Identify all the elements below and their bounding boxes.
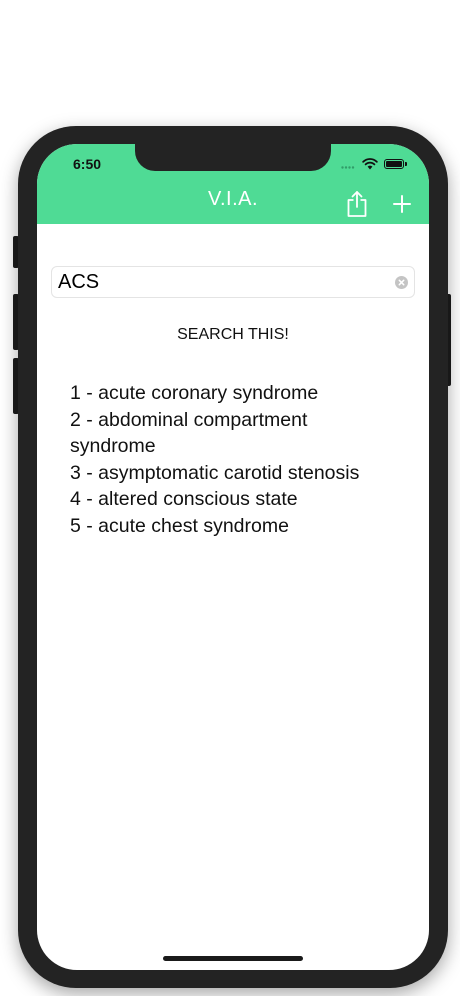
- list-item: 1 - acute coronary syndrome: [70, 382, 319, 404]
- search-this-button[interactable]: SEARCH THIS!: [37, 326, 429, 344]
- page: 6:50 V.I.A. ACS SEARCH THIS! 1 - acute c…: [0, 0, 460, 996]
- plus-icon[interactable]: [389, 188, 415, 218]
- battery-icon: [384, 159, 407, 169]
- list-item: 2 - abdominal compartment syndrome: [70, 408, 308, 458]
- results-list: 1 - acute coronary syndrome 2 - abdomina…: [70, 380, 380, 539]
- wifi-icon: [362, 158, 378, 170]
- list-item: 4 - altered conscious state: [70, 488, 298, 510]
- phone-screen: 6:50 V.I.A. ACS SEARCH THIS! 1 - acute c…: [37, 144, 429, 970]
- clear-icon[interactable]: [395, 276, 408, 289]
- home-indicator[interactable]: [163, 956, 303, 961]
- search-input[interactable]: [58, 269, 378, 295]
- share-icon[interactable]: [345, 190, 369, 218]
- app-header: 6:50 V.I.A.: [37, 144, 429, 224]
- list-item: 3 - asymptomatic carotid stenosis: [70, 461, 360, 484]
- list-item: 5 - acute chest syndrome: [70, 514, 289, 537]
- cellular-signal-icon: [341, 166, 355, 169]
- search-field[interactable]: [51, 266, 415, 298]
- app-title: V.I.A.: [207, 188, 259, 210]
- status-time: 6:50: [73, 156, 102, 172]
- notch: [135, 144, 331, 171]
